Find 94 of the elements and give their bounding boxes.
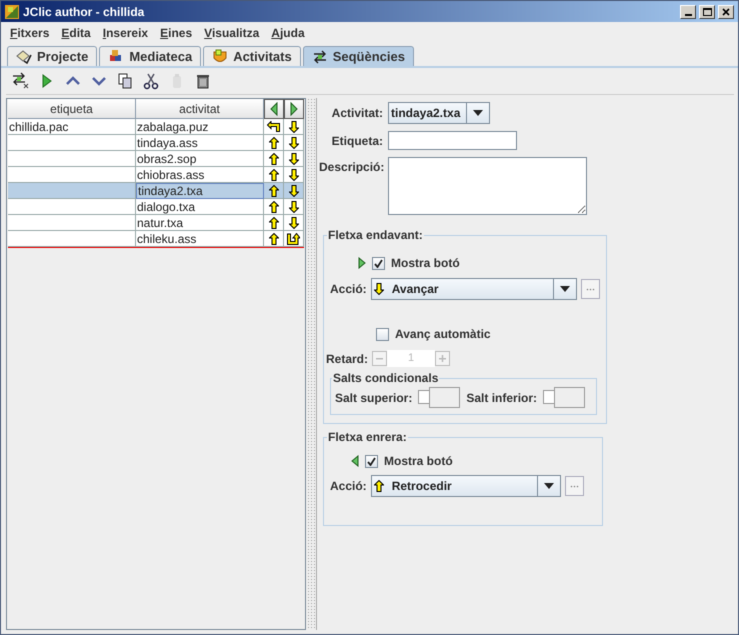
return-arrow-icon <box>267 121 280 132</box>
action-dropdown[interactable]: Retrocedir <box>370 475 561 497</box>
checkbox[interactable] <box>376 328 389 340</box>
cut-icon <box>142 72 160 90</box>
field-label: Acció: <box>330 479 367 493</box>
ellipsis-icon <box>570 484 579 488</box>
table-cell: zabalaga.puz <box>136 119 264 135</box>
field-label: Activitat: <box>330 106 383 120</box>
table-cell: chileku.ass <box>136 231 264 247</box>
field-label: Etiqueta: <box>330 134 383 148</box>
minimize-icon <box>684 14 692 16</box>
tab[interactable]: Projecte <box>7 46 98 66</box>
checkbox-label: Avanç automàtic <box>395 327 491 341</box>
field-label: Acció: <box>330 282 367 296</box>
dropdown-arrow-icon <box>473 110 483 116</box>
up-arrow-icon <box>268 152 278 164</box>
group-title: Salts condicionals <box>332 371 440 385</box>
up-arrow-icon <box>374 480 384 492</box>
document-check-icon <box>16 48 32 64</box>
down-arrow-icon <box>288 120 298 132</box>
left-triangle-icon <box>269 102 279 116</box>
tab[interactable]: Seqüències <box>302 46 414 66</box>
tab[interactable]: Mediateca <box>99 46 202 66</box>
table-cell: tindaya2.txa <box>136 183 264 199</box>
table-cell: chillida.pac <box>8 119 136 135</box>
menu-item[interactable]: Eines <box>155 26 198 40</box>
menu-item[interactable]: Insereix <box>98 26 154 40</box>
tab[interactable]: Activitats <box>203 46 301 66</box>
table-cell: dialogo.txa <box>136 199 264 215</box>
up-arrow-icon <box>268 200 278 212</box>
action-dropdown[interactable]: Avançar <box>370 278 577 300</box>
up-arrow-icon <box>268 232 278 244</box>
shield-icon <box>212 48 228 64</box>
column-header[interactable]: activitat <box>136 99 264 119</box>
down-arrow-icon <box>288 200 298 212</box>
menu-item[interactable]: Edita <box>56 26 96 40</box>
right-triangle-icon <box>289 102 299 116</box>
up-arrow-icon <box>268 216 278 228</box>
delete-button[interactable] <box>194 72 212 90</box>
minimize-button[interactable] <box>680 4 696 18</box>
down-arrow-icon <box>288 168 298 180</box>
down-arrow-icon <box>288 184 298 196</box>
field-label: Salt inferior: <box>466 390 538 404</box>
field-label: Descripció: <box>319 160 383 174</box>
down-arrow-icon <box>374 283 384 295</box>
jump-selector[interactable] <box>418 387 460 408</box>
ellipsis-icon <box>586 288 595 290</box>
maximize-icon <box>702 8 712 16</box>
down-arrow-icon <box>288 136 298 148</box>
menu-item[interactable]: Ajuda <box>266 26 310 40</box>
swap-arrows-icon <box>312 48 328 64</box>
maximize-button[interactable] <box>699 4 715 18</box>
checkbox[interactable] <box>372 256 385 270</box>
new-sequence-button[interactable] <box>12 72 30 90</box>
cut-button[interactable] <box>142 72 160 90</box>
tag-input-field[interactable] <box>388 131 517 150</box>
dropdown-arrow-icon <box>544 483 554 489</box>
description-field[interactable] <box>388 157 587 215</box>
checkbox-label: Mostra botó <box>384 454 453 468</box>
menu-item[interactable]: Fitxers <box>5 26 54 40</box>
next-button[interactable] <box>284 99 304 119</box>
up-arrow-icon <box>268 184 278 196</box>
up-arrow-icon <box>268 136 278 148</box>
down-arrow-icon <box>288 152 298 164</box>
previous-button[interactable] <box>264 99 284 119</box>
copy-button[interactable] <box>116 72 134 90</box>
splitter-handle[interactable] <box>307 98 315 630</box>
menu-item[interactable]: Visualitza <box>199 26 264 40</box>
table-cell: tindaya.ass <box>136 135 264 151</box>
checkbox-label: Mostra botó <box>391 256 460 270</box>
table-cell: chiobras.ass <box>136 167 264 183</box>
back-arrow-icon <box>351 455 359 467</box>
table-cell: obras2.sop <box>136 151 264 167</box>
jump-selector[interactable] <box>543 387 586 408</box>
down-arrow-icon <box>288 216 298 228</box>
close-button[interactable] <box>718 4 734 18</box>
play-arrow-icon <box>358 257 366 269</box>
close-icon <box>722 8 730 16</box>
table-cell: natur.txa <box>136 215 264 231</box>
copy-icon <box>116 72 134 90</box>
app-logo-icon <box>4 4 20 20</box>
window-title: JClic author - chillida <box>23 4 146 18</box>
exit-arrow-icon <box>287 232 300 244</box>
delete-icon <box>194 72 212 90</box>
new-sequence-icon <box>12 72 30 90</box>
field-label: Salt superior: <box>335 390 412 404</box>
column-header[interactable]: etiqueta <box>8 99 136 119</box>
group-title: Fletxa enrera: <box>327 430 408 444</box>
up-arrow-icon <box>268 168 278 180</box>
field-label: Retard: <box>326 352 368 366</box>
activity-dropdown[interactable]: tindaya2.txa <box>388 102 490 124</box>
checkbox[interactable] <box>365 454 378 468</box>
dropdown-arrow-icon <box>560 286 570 292</box>
group-title: Fletxa endavant: <box>327 228 424 242</box>
